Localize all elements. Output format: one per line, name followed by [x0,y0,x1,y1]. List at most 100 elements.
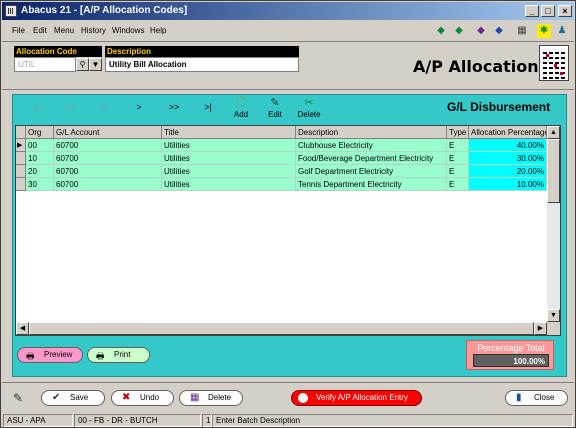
cell-title[interactable]: Utilities [162,152,296,165]
cell-title[interactable]: Utilities [162,165,296,178]
cell-type[interactable]: E [447,165,469,178]
back-arrow-icon[interactable]: ◆ [434,24,448,38]
previous-record-button[interactable]: < [89,102,119,122]
menu-separator [2,41,574,42]
preview-button[interactable]: 🖶 Preview [17,347,83,363]
undo-x-icon: ✖ [122,392,131,403]
panel-title: G/L Disbursement [447,100,551,114]
cell-title[interactable]: Utilities [162,178,296,191]
title-bar: Abacus 21 - [A/P Allocation Codes] _ □ × [2,2,574,20]
add-document-icon: 🗋 [236,97,246,109]
menu-menu[interactable]: Menu [54,26,74,35]
run-icon[interactable]: ✱ [537,24,551,38]
verify-label: Verify A/P Allocation Entry [316,393,408,402]
cell-allocation-percentage[interactable]: 20.00% [469,165,547,178]
footer-separator [2,382,574,383]
cell-org[interactable]: 20 [26,165,54,178]
close-button[interactable]: ▮ Close [505,390,568,406]
col-header-title[interactable]: Title [162,126,296,139]
app-window: Abacus 21 - [A/P Allocation Codes] _ □ ×… [0,0,576,428]
col-header-gl-account[interactable]: G/L Account [54,126,162,139]
maximize-button[interactable]: □ [541,5,555,17]
description-field[interactable]: Utility Bill Allocation [105,57,299,72]
undo-button[interactable]: ✖ Undo [111,390,174,406]
delete-button[interactable]: ▦ Delete [179,390,243,406]
cell-allocation-percentage[interactable]: 10.00% [469,178,547,191]
notes-icon[interactable]: ✎ [10,390,26,406]
col-header-type[interactable]: Type [447,126,469,139]
save-button[interactable]: ✔ Save [41,390,105,406]
cell-allocation-percentage[interactable]: 30.00% [469,152,547,165]
horizontal-scrollbar[interactable]: ◀ ▶ [16,322,547,335]
code-dropdown-button[interactable]: ▼ [89,58,102,71]
percentage-total-label: Percentage Total [477,343,545,353]
scroll-up-icon[interactable]: ▲ [547,126,560,139]
edit-button[interactable]: ✎ Edit [258,97,292,123]
previous-page-button[interactable]: << [55,102,85,122]
allocation-code-field[interactable]: UTIL [14,57,76,72]
add-button[interactable]: 🗋 Add [224,97,258,123]
row-selector[interactable] [16,152,26,165]
minimize-button[interactable]: _ [525,5,539,17]
cell-type[interactable]: E [447,139,469,152]
abacus-app-icon[interactable] [5,5,17,17]
logo-bead [546,54,549,57]
vertical-scrollbar[interactable]: ▲ ▼ [547,126,560,322]
user-icon[interactable]: ♟ [555,24,569,38]
forward-arrow-icon[interactable]: ◆ [452,24,466,38]
col-header-description[interactable]: Description [296,126,447,139]
row-selector[interactable] [16,178,26,191]
scroll-right-icon[interactable]: ▶ [534,322,547,335]
col-header-allocation-percentage[interactable]: Allocation Percentage [469,126,547,139]
col-header-org[interactable]: Org [26,126,54,139]
cell-gl-account[interactable]: 60700 [54,165,162,178]
scroll-corner [547,322,560,335]
cell-type[interactable]: E [447,178,469,191]
cell-allocation-percentage[interactable]: 40.00% [469,139,547,152]
cell-org[interactable]: 30 [26,178,54,191]
cell-title[interactable]: Utilities [162,139,296,152]
cell-description[interactable]: Clubhouse Electricity [296,139,447,152]
cell-description[interactable]: Tennis Department Electricity [296,178,447,191]
cell-org[interactable]: 10 [26,152,54,165]
next-page-button[interactable]: >> [159,102,189,122]
scroll-down-icon[interactable]: ▼ [547,309,560,322]
horizontal-scroll-thumb[interactable] [29,322,534,335]
last-record-button[interactable]: >| [193,102,223,122]
cell-description[interactable]: Food/Beverage Department Electricity [296,152,447,165]
book-icon[interactable]: ◆ [474,24,488,38]
menu-help[interactable]: Help [150,26,166,35]
help-icon[interactable]: ◆ [492,24,506,38]
calculator-icon[interactable]: ▦ [515,24,529,38]
delete-row-button[interactable]: ✂ Delete [292,97,326,123]
close-window-button[interactable]: × [558,5,572,17]
table-row[interactable]: 10 60700 Utilities Food/Beverage Departm… [16,152,547,165]
cell-description[interactable]: Golf Department Electricity [296,165,447,178]
table-row[interactable]: 30 60700 Utilities Tennis Department Ele… [16,178,547,191]
menu-edit[interactable]: Edit [33,26,47,35]
status-bar: ASU - APA 00 - FB - DR - BUTCH 1 Enter B… [2,414,574,427]
menu-history[interactable]: History [81,26,106,35]
vertical-scroll-thumb[interactable] [547,139,560,203]
status-company: ASU - APA [3,414,73,427]
undo-label: Undo [140,393,160,402]
cell-org[interactable]: 00 [26,139,54,152]
next-record-button[interactable]: > [124,102,154,122]
allocation-code-label: Allocation Code [14,46,102,57]
verify-allocation-button[interactable]: Verify A/P Allocation Entry [291,390,422,406]
scroll-left-icon[interactable]: ◀ [16,322,29,335]
table-row[interactable]: ▶ 00 60700 Utilities Clubhouse Electrici… [16,139,547,152]
cell-type[interactable]: E [447,152,469,165]
row-selector[interactable] [16,165,26,178]
menu-file[interactable]: File [12,26,25,35]
chevron-down-icon: ▼ [91,60,100,69]
first-record-button[interactable]: |< [23,102,53,122]
table-row[interactable]: 20 60700 Utilities Golf Department Elect… [16,165,547,178]
cell-gl-account[interactable]: 60700 [54,178,162,191]
search-lookup-button[interactable]: ⚲ [76,58,89,71]
menu-windows[interactable]: Windows [112,26,144,35]
cell-gl-account[interactable]: 60700 [54,152,162,165]
cell-gl-account[interactable]: 60700 [54,139,162,152]
status-session: 00 - FB - DR - BUTCH [74,414,201,427]
print-button[interactable]: 🖶 Print [87,347,150,363]
